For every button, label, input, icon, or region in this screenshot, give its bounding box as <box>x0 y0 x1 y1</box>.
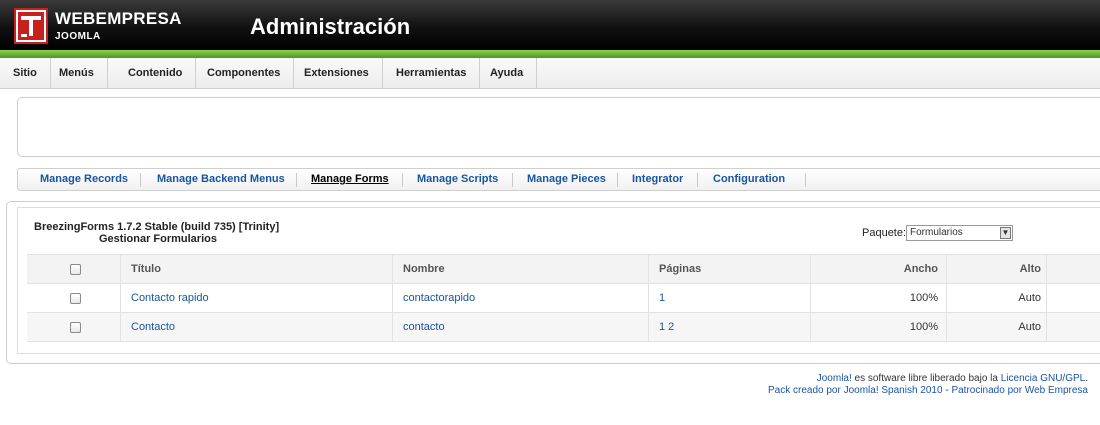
submenu-manage-records[interactable]: Manage Records <box>40 173 128 185</box>
joomla-logo-icon <box>14 8 48 44</box>
footer-text: es software libre liberado bajo la <box>851 373 1001 384</box>
submenu-manage-forms[interactable]: Manage Forms <box>311 173 389 185</box>
form-name-link[interactable]: contactorapido <box>403 292 475 304</box>
cell-titulo: Contacto rapido <box>120 284 392 312</box>
submenu-divider <box>697 173 698 187</box>
main-menu: Sitio Menús Contenido Componentes Extens… <box>0 58 1100 89</box>
package-label: Paquete: <box>862 227 907 239</box>
dropdown-arrow-icon[interactable]: ▼ <box>1000 227 1011 239</box>
header-empty <box>1046 255 1100 283</box>
menu-item-sitio[interactable]: Sitio <box>0 58 51 88</box>
submenu-divider <box>805 173 806 187</box>
cell-empty <box>1046 284 1100 312</box>
component-submenu: Manage Records Manage Backend Menus Mana… <box>17 168 1100 191</box>
table-header-row: Título Nombre Páginas Ancho Alto <box>27 254 1100 284</box>
row-select-cell <box>27 284 120 312</box>
row-checkbox[interactable] <box>70 322 81 333</box>
header-alto[interactable]: Alto <box>946 255 1046 283</box>
logo-title: WEBEMPRESA <box>55 9 182 28</box>
license-link[interactable]: Licencia GNU/GPL <box>1001 373 1085 384</box>
cell-ancho: 100% <box>810 313 946 341</box>
toolbar-panel <box>17 97 1100 157</box>
form-pages-link[interactable]: 1 2 <box>659 321 674 333</box>
cell-alto: Auto <box>946 284 1046 312</box>
submenu-manage-backend-menus[interactable]: Manage Backend Menus <box>157 173 285 185</box>
package-select[interactable]: Formularios ▼ <box>906 225 1013 241</box>
cell-nombre: contacto <box>392 313 648 341</box>
cell-empty <box>1046 313 1100 341</box>
menu-item-contenido[interactable]: Contenido <box>115 58 197 88</box>
select-all-checkbox[interactable] <box>70 264 81 275</box>
row-select-cell <box>27 313 120 341</box>
select-all-cell <box>27 255 120 283</box>
header-ancho[interactable]: Ancho <box>810 255 946 283</box>
submenu-integrator[interactable]: Integrator <box>632 173 683 185</box>
header-paginas[interactable]: Páginas <box>648 255 810 283</box>
submenu-divider <box>402 173 403 187</box>
menu-item-herramientas[interactable]: Herramientas <box>383 58 481 88</box>
cell-titulo: Contacto <box>120 313 392 341</box>
footer-license: Joomla! es software libre liberado bajo … <box>817 373 1088 384</box>
component-title: BreezingForms 1.7.2 Stable (build 735) [… <box>34 221 280 233</box>
header-nombre[interactable]: Nombre <box>392 255 648 283</box>
submenu-divider <box>617 173 618 187</box>
pack-credits-link[interactable]: Pack creado por Joomla! Spanish 2010 <box>768 385 943 396</box>
header-accent-stripe <box>0 50 1100 58</box>
submenu-manage-scripts[interactable]: Manage Scripts <box>417 173 498 185</box>
component-subtitle: Gestionar Formularios <box>99 233 217 245</box>
menu-item-componentes[interactable]: Componentes <box>194 58 295 88</box>
cell-paginas: 1 2 <box>648 313 810 341</box>
form-title-link[interactable]: Contacto <box>131 321 175 333</box>
footer-period: . <box>1085 373 1088 384</box>
table-row: Contacto contacto 1 2 100% Auto <box>27 313 1100 342</box>
form-name-link[interactable]: contacto <box>403 321 445 333</box>
package-select-value: Formularios <box>910 227 963 238</box>
cell-alto: Auto <box>946 313 1046 341</box>
cell-ancho: 100% <box>810 284 946 312</box>
header-bar: WEBEMPRESA JOOMLA Administración <box>0 0 1100 50</box>
logo-subtitle: JOOMLA <box>55 31 101 42</box>
submenu-divider <box>512 173 513 187</box>
submenu-configuration[interactable]: Configuration <box>713 173 785 185</box>
footer-credits: Pack creado por Joomla! Spanish 2010 - P… <box>768 385 1088 396</box>
menu-item-extensiones[interactable]: Extensiones <box>291 58 383 88</box>
menu-item-ayuda[interactable]: Ayuda <box>477 58 538 88</box>
submenu-divider <box>296 173 297 187</box>
page-title: Administración <box>250 14 411 39</box>
sponsor-link[interactable]: Patrocinado por Web Empresa <box>951 385 1088 396</box>
form-title-link[interactable]: Contacto rapido <box>131 292 209 304</box>
header-titulo[interactable]: Título <box>120 255 392 283</box>
submenu-divider <box>140 173 141 187</box>
joomla-link[interactable]: Joomla! <box>817 373 852 384</box>
row-checkbox[interactable] <box>70 293 81 304</box>
menu-item-menus[interactable]: Menús <box>46 58 108 88</box>
table-row: Contacto rapido contactorapido 1 100% Au… <box>27 284 1100 313</box>
cell-nombre: contactorapido <box>392 284 648 312</box>
cell-paginas: 1 <box>648 284 810 312</box>
submenu-manage-pieces[interactable]: Manage Pieces <box>527 173 606 185</box>
form-pages-link[interactable]: 1 <box>659 292 665 304</box>
